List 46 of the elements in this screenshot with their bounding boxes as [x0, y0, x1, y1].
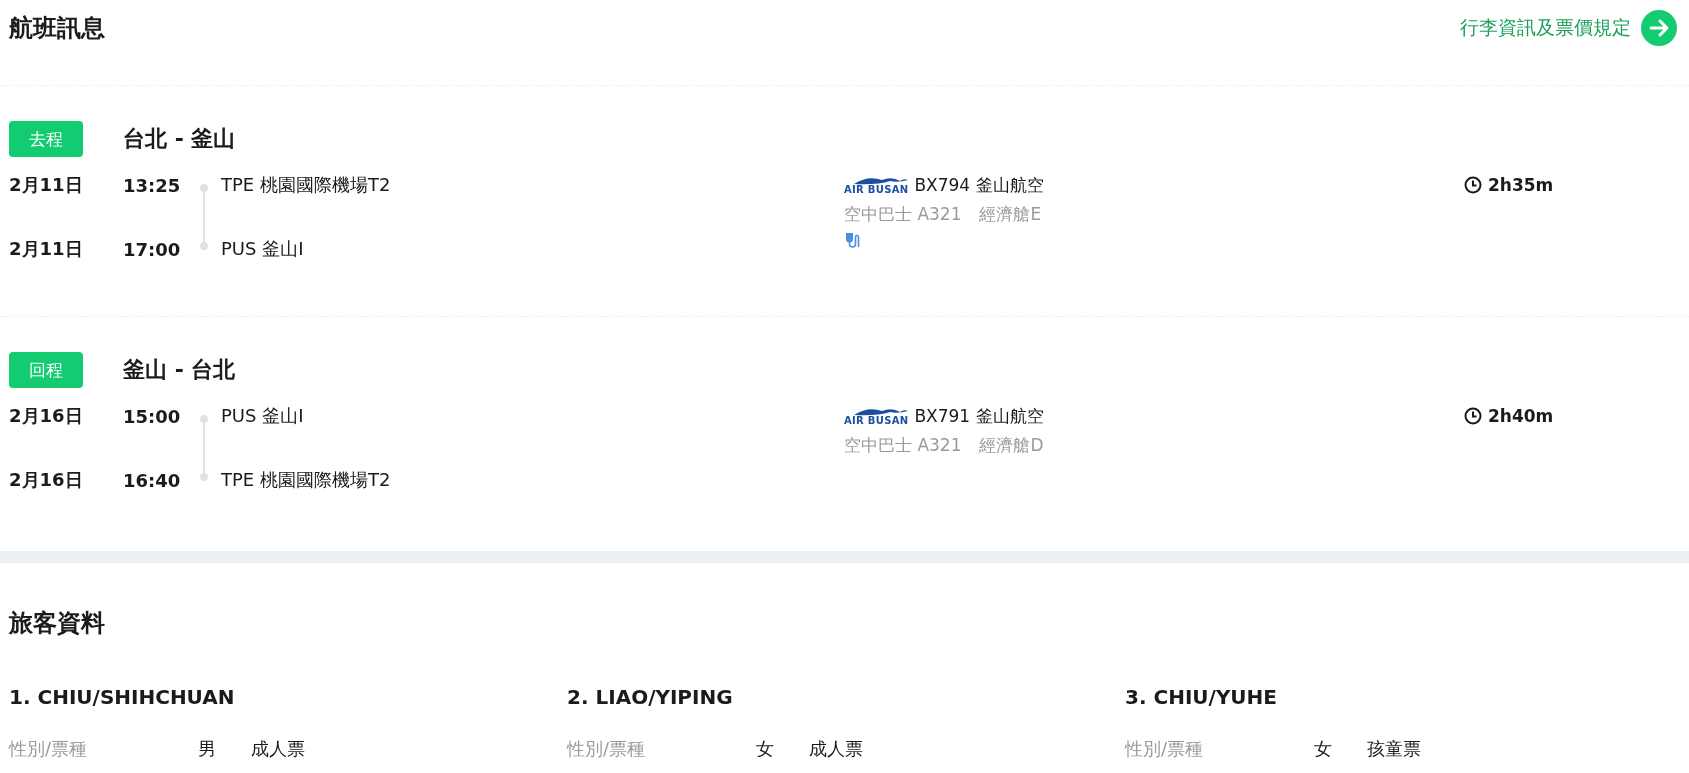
passenger-name: 3. CHIU/YUHE — [1125, 685, 1278, 709]
route-title: 釜山 - 台北 — [123, 356, 236, 384]
airport-text: TPE 桃園國際機場T2 — [221, 468, 392, 492]
aircraft-text: 空中巴士 A321 — [844, 433, 962, 457]
airport-text: PUS 釜山I — [221, 237, 305, 261]
field-label: 性別/票種 — [567, 737, 647, 761]
ticket-type-text: 成人票 — [251, 737, 305, 761]
flight-text: BX791 釜山航空 — [914, 404, 1044, 428]
section-title: 旅客資料 — [7, 608, 106, 639]
date-text: 2月11日 — [9, 173, 84, 197]
date-text: 2月11日 — [9, 237, 84, 261]
airport-text: TPE 桃園國際機場T2 — [221, 173, 392, 197]
date-text: 2月16日 — [9, 468, 84, 492]
aircraft-text: 空中巴士 A321 — [844, 202, 962, 226]
section-title: 航班訊息 — [9, 12, 105, 44]
clock-icon — [1464, 407, 1482, 425]
passenger-name: 2. LIAO/YIPING — [567, 685, 734, 709]
flight-text: BX794 釜山航空 — [914, 173, 1044, 197]
gender-text: 男 — [198, 737, 217, 761]
timeline-drawing — [199, 415, 209, 481]
airline-logo: AIR BUSAN — [844, 175, 909, 195]
ticket-type-text: 成人票 — [809, 737, 863, 761]
timeline-drawing — [199, 184, 209, 250]
cabin-text: 經濟艙E — [979, 202, 1042, 226]
trip-badge: 去程 — [9, 121, 83, 157]
gender-text: 女 — [1314, 737, 1333, 761]
clock-icon — [1464, 176, 1482, 194]
duration-text: 2h35m — [1488, 175, 1554, 195]
gender-text: 女 — [756, 737, 775, 761]
time-text: 15:00 — [123, 405, 182, 427]
time-text: 13:25 — [123, 174, 182, 196]
cabin-text: 經濟艙D — [979, 433, 1044, 457]
ticket-type-text: 孩童票 — [1367, 737, 1421, 761]
date-text: 2月16日 — [9, 404, 84, 428]
duration-text: 2h40m — [1488, 406, 1554, 426]
time-text: 16:40 — [123, 469, 182, 491]
time-text: 17:00 — [123, 238, 182, 260]
airline-logo: AIR BUSAN — [844, 406, 909, 426]
trip-badge: 回程 — [9, 352, 83, 388]
passenger-name: 1. CHIU/SHIHCHUAN — [9, 685, 236, 709]
field-label: 性別/票種 — [1125, 737, 1205, 761]
power-plug-icon — [844, 232, 860, 248]
baggage-link[interactable]: 行李資訊及票價規定 — [1460, 9, 1677, 46]
field-label: 性別/票種 — [9, 737, 89, 761]
route-title: 台北 - 釜山 — [123, 125, 236, 153]
airport-text: PUS 釜山I — [221, 404, 305, 428]
